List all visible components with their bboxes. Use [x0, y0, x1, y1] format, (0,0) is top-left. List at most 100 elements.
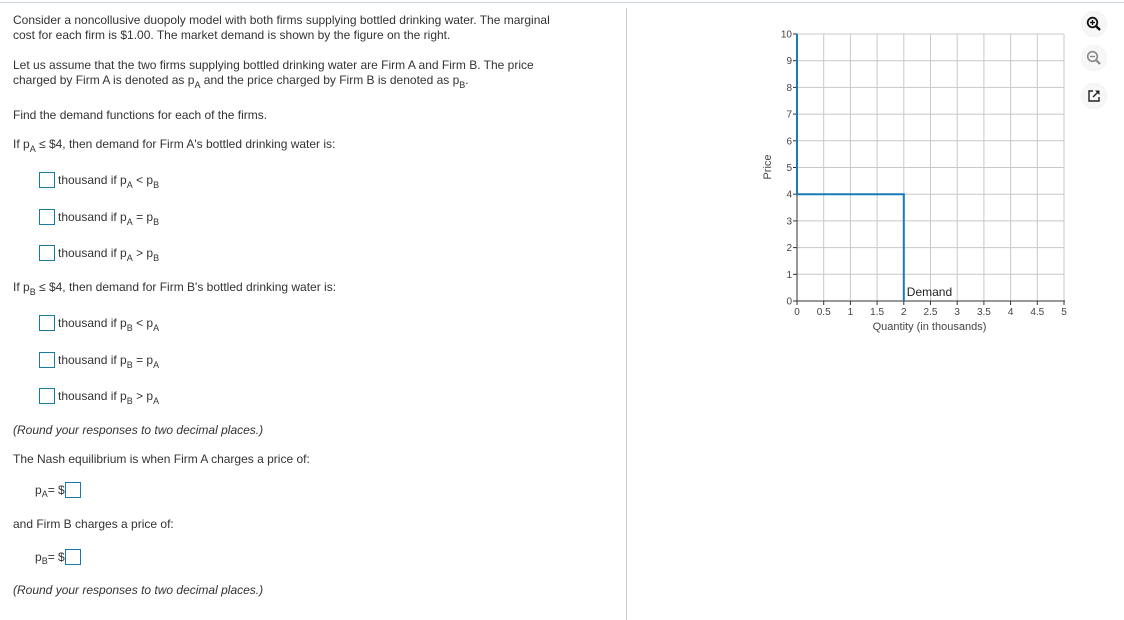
text: = $ [47, 483, 65, 497]
assume-line-2: charged by Firm A is denoted as pA and t… [13, 73, 534, 90]
subscript: B [126, 323, 133, 333]
subscript: B [459, 80, 466, 90]
subscript: A [194, 80, 201, 90]
find-text: Find the demand functions for each of th… [13, 108, 268, 122]
zoom-in-button[interactable] [1082, 12, 1106, 36]
zoom-out-icon [1086, 50, 1101, 65]
intro-text: Consider a noncollusive duopoly model wi… [13, 13, 550, 43]
text: thousand if p [58, 246, 127, 260]
x-tick-label: 0 [794, 307, 800, 318]
y-tick-label: 3 [786, 216, 792, 227]
text: ≤ $4, then demand for Firm B's bottled d… [35, 280, 337, 294]
subscript: A [29, 144, 36, 154]
firm-a-demand-input[interactable] [39, 172, 55, 188]
subscript: B [153, 216, 160, 227]
text: ≤ $4, then demand for Firm A's bottled d… [35, 137, 336, 151]
text: thousand if p [58, 389, 127, 403]
round-note-2: (Round your responses to two decimal pla… [13, 583, 264, 597]
assume-line-1: Let us assume that the two firms supplyi… [13, 58, 534, 72]
firm-b-demand-row: thousand if pB = pA [39, 351, 160, 370]
x-tick-label: 4.5 [1030, 307, 1044, 318]
y-tick-label: 4 [786, 190, 792, 201]
subscript: B [153, 253, 160, 263]
firm-b-demand-row: thousand if pB < pA [39, 315, 160, 333]
subscript: B [153, 180, 160, 190]
nash-firm-b-text: and Firm B charges a price of: [13, 517, 174, 531]
text: p [35, 483, 42, 497]
demand-label: Demand [907, 285, 952, 299]
operator: > p [132, 246, 154, 260]
nash-firm-a-text: The Nash equilibrium is when Firm A char… [13, 452, 310, 466]
y-tick-label: 7 [786, 110, 792, 121]
pa-input[interactable] [64, 482, 81, 498]
row-label: thousand if pA > pB [58, 246, 160, 263]
x-tick-label: 0.5 [817, 307, 831, 318]
y-tick-label: 8 [786, 83, 792, 94]
subscript: A [126, 216, 133, 227]
firm-a-demand-row: thousand if pA = pB [39, 208, 160, 227]
popout-button[interactable] [1082, 84, 1106, 108]
firm-a-demand-input[interactable] [39, 208, 55, 225]
y-tick-label: 1 [786, 270, 792, 281]
row-label: thousand if pB = pA [58, 352, 160, 370]
x-tick-label: 2 [901, 307, 907, 318]
firm-b-demand-input[interactable] [39, 315, 55, 331]
x-tick-label: 4 [1008, 307, 1014, 318]
text: = $ [47, 550, 65, 564]
pb-equation: pB = $ [35, 549, 81, 566]
pb-input[interactable] [64, 549, 81, 565]
x-tick-label: 5 [1061, 307, 1067, 318]
intro-line-1: Consider a noncollusive duopoly model wi… [13, 13, 550, 27]
subscript: A [153, 359, 160, 370]
x-tick-label: 2.5 [924, 307, 938, 318]
operator: < p [132, 173, 154, 187]
top-border [0, 2, 1124, 3]
round-note: (Round your responses to two decimal pla… [13, 423, 264, 437]
y-tick-label: 5 [786, 163, 792, 174]
text: and the price charged by Firm B is denot… [200, 73, 460, 87]
demand-curve [796, 34, 905, 301]
text: . [465, 73, 469, 87]
y-tick-label: 0 [786, 297, 792, 308]
operator: < p [132, 316, 154, 330]
x-axis-label: Quantity (in thousands) [873, 321, 987, 333]
subscript: A [126, 253, 133, 263]
y-tick-label: 6 [786, 136, 792, 147]
firm-a-condition: If pA ≤ $4, then demand for Firm A's bot… [13, 137, 336, 154]
text: If p [13, 137, 30, 151]
row-label: thousand if pB > pA [58, 389, 160, 406]
text: thousand if p [58, 173, 127, 187]
zoom-in-icon [1086, 16, 1101, 31]
y-tick-label: 10 [781, 30, 793, 41]
text: p [35, 550, 42, 564]
subscript: A [153, 396, 160, 406]
row-label: thousand if pB < pA [58, 316, 160, 333]
text: thousand if p [58, 352, 127, 367]
operator: = p [132, 209, 154, 224]
firm-a-demand-row: thousand if pA > pB [39, 245, 160, 263]
text: If p [13, 280, 30, 294]
zoom-out-button[interactable] [1082, 46, 1106, 70]
subscript: B [126, 396, 133, 406]
firm-b-condition: If pB ≤ $4, then demand for Firm B's bot… [13, 280, 337, 297]
y-tick-label: 2 [786, 243, 792, 254]
assume-text: Let us assume that the two firms supplyi… [13, 58, 534, 90]
y-tick-label: 9 [786, 56, 792, 67]
subscript: B [126, 359, 133, 370]
intro-line-2: cost for each firm is $1.00. The market … [13, 28, 451, 42]
row-label: thousand if pA = pB [58, 209, 160, 227]
x-tick-label: 3 [954, 307, 960, 318]
operator: > p [132, 389, 154, 403]
pa-equation: pA = $ [35, 482, 81, 499]
panel-divider [626, 8, 627, 620]
text: thousand if p [58, 209, 127, 224]
y-axis-label: Price [762, 154, 774, 179]
firm-b-demand-input[interactable] [39, 351, 55, 368]
subscript: A [153, 323, 160, 333]
firm-a-demand-input[interactable] [39, 245, 55, 261]
popout-icon [1088, 90, 1100, 102]
subscript: B [41, 556, 48, 566]
subscript: A [41, 489, 48, 499]
firm-b-demand-input[interactable] [39, 388, 55, 404]
subscript: B [29, 287, 36, 297]
